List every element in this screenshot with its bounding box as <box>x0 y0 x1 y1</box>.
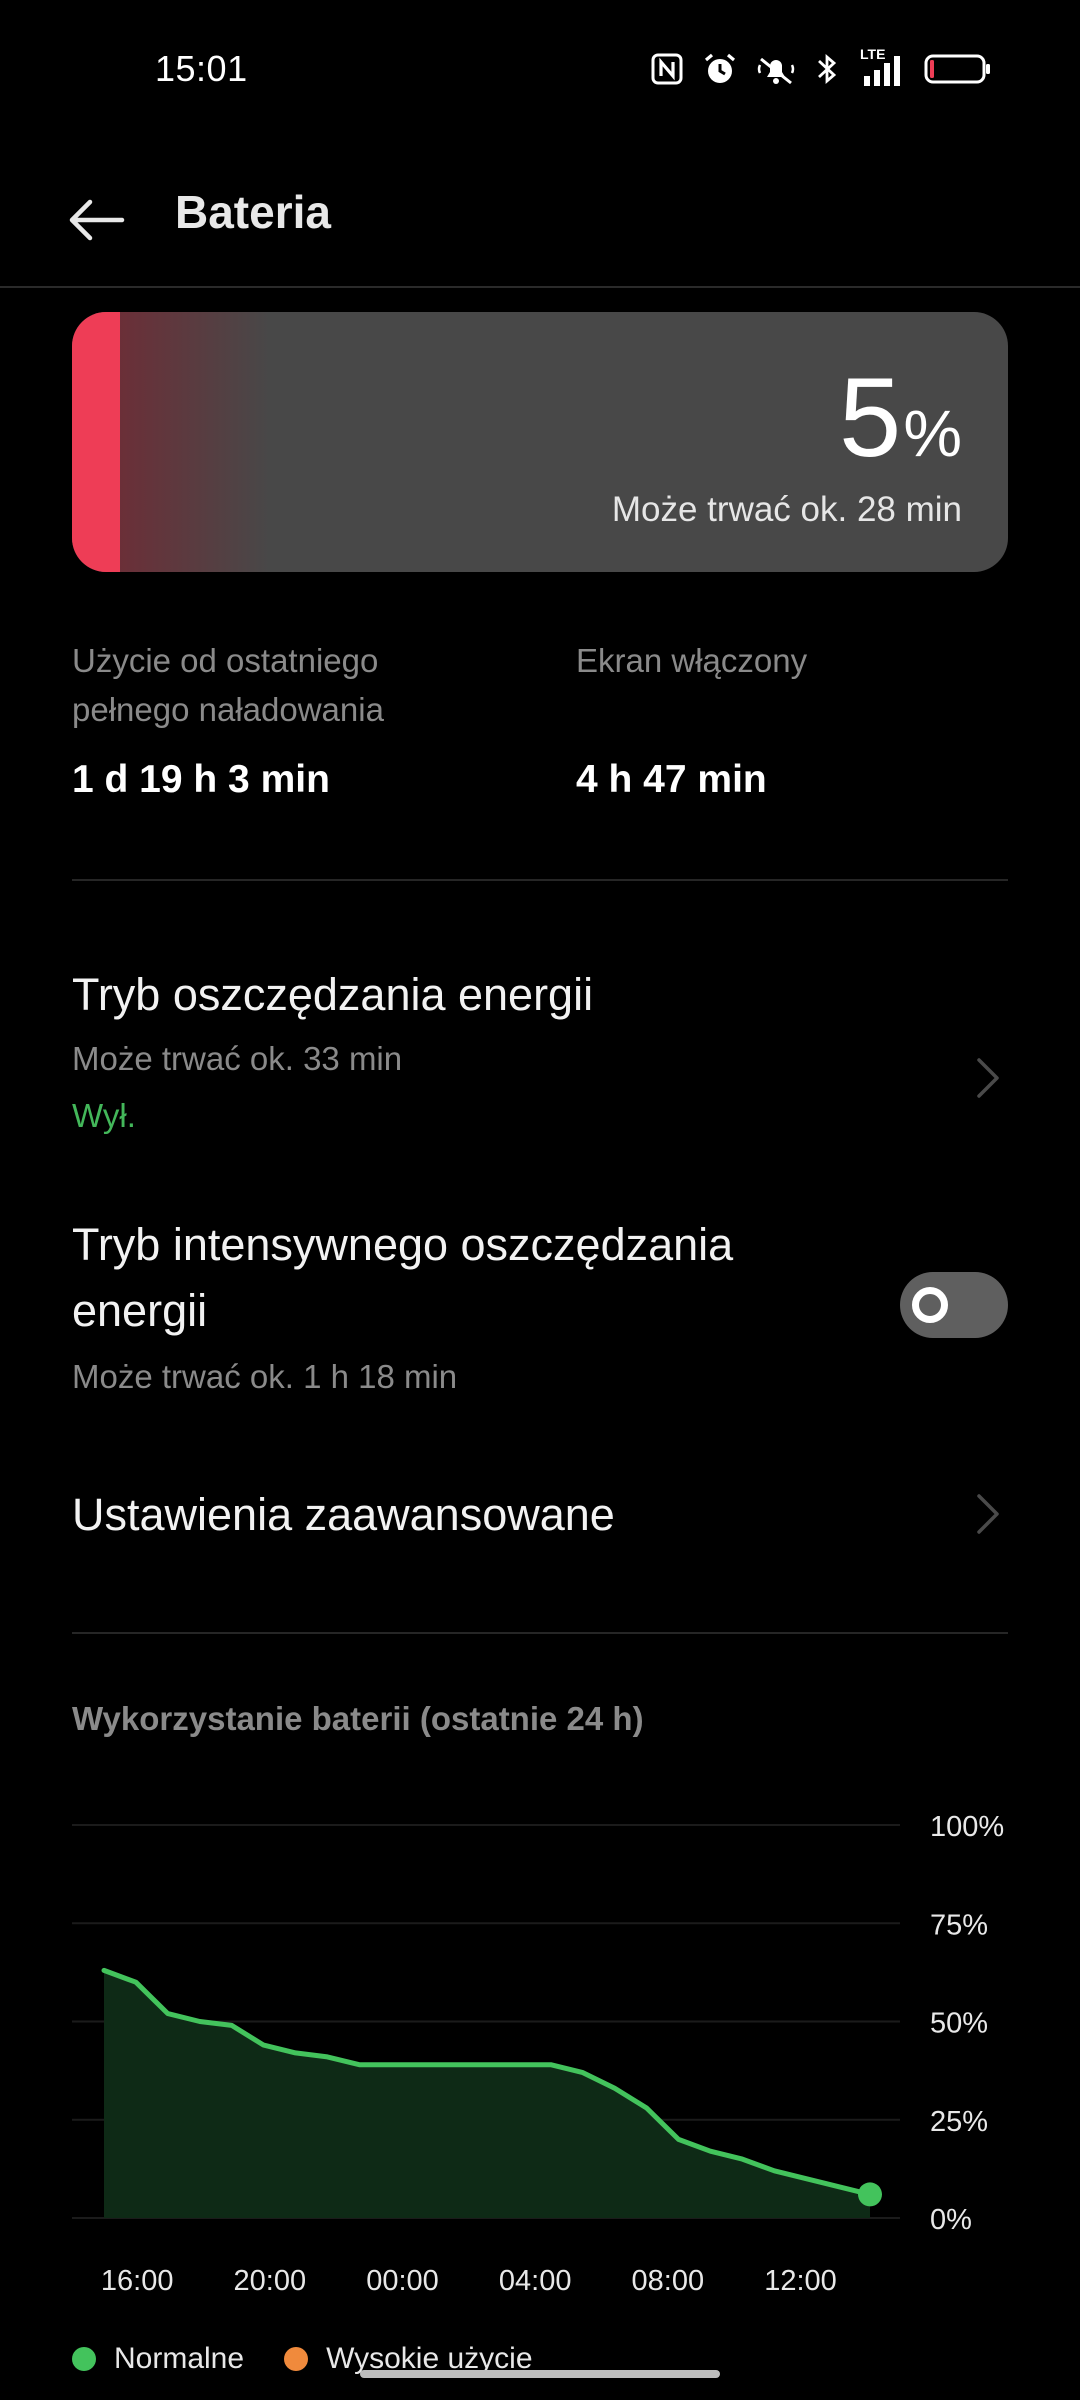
lte-signal-icon: LTE <box>858 46 906 88</box>
power-saving-mode-row[interactable]: Tryb oszczędzania energii Może trwać ok.… <box>0 940 1080 1150</box>
x-tick-label: 20:00 <box>234 2265 307 2297</box>
super-power-saving-toggle[interactable] <box>900 1272 1008 1338</box>
battery-low-icon <box>924 53 992 85</box>
chevron-right-icon <box>968 1050 1008 1106</box>
bluetooth-icon <box>814 51 840 87</box>
alarm-icon <box>702 51 738 87</box>
usage-since-charge-label: Użycie od ostatniego pełnego naładowania <box>72 642 384 728</box>
battery-percent: 5 % <box>839 362 962 474</box>
legend-label-normal: Normalne <box>114 2342 245 2375</box>
chevron-right-icon <box>968 1486 1008 1542</box>
status-icons: LTE <box>650 46 992 88</box>
screen-on-time-value: 4 h 47 min <box>576 758 767 801</box>
super-power-saving-subtitle: Może trwać ok. 1 h 18 min <box>72 1358 458 1395</box>
battery-percent-sign: % <box>903 396 962 470</box>
legend-dot-normal <box>72 2347 96 2371</box>
page-title: Bateria <box>175 186 331 238</box>
power-saving-mode-status: Wył. <box>72 1097 136 1134</box>
advanced-settings-title: Ustawienia zaawansowane <box>72 1489 615 1540</box>
toggle-knob <box>912 1287 948 1323</box>
x-tick-label: 04:00 <box>499 2265 572 2297</box>
battery-settings-screen: 15:01 LTE Bateria 5 % Może trwać ok. 28 … <box>0 0 1080 2400</box>
battery-time-estimate: Może trwać ok. 28 min <box>611 490 962 529</box>
y-tick-label: 75% <box>930 1909 988 1941</box>
usage-since-charge: Użycie od ostatniego pełnego naładowania… <box>72 636 492 802</box>
current-level-marker <box>858 2182 882 2207</box>
x-tick-label: 12:00 <box>764 2265 837 2297</box>
mute-icon <box>756 51 796 87</box>
screen-on-time-label: Ekran włączony <box>576 642 808 679</box>
super-power-saving-title: Tryb intensywnego oszczędzania energii <box>72 1219 734 1336</box>
divider <box>72 879 1008 881</box>
back-button[interactable] <box>60 184 132 256</box>
y-tick-label: 50% <box>930 2008 988 2040</box>
screen-on-time: Ekran włączony 4 h 47 min <box>576 636 996 802</box>
x-tick-label: 16:00 <box>101 2265 174 2297</box>
x-tick-label: 08:00 <box>632 2265 705 2297</box>
nfc-icon <box>650 52 684 86</box>
legend-item-normal: Normalne <box>72 2342 244 2376</box>
status-time: 15:01 <box>155 48 248 89</box>
legend-dot-high-usage <box>284 2347 309 2371</box>
usage-since-charge-value: 1 d 19 h 3 min <box>72 758 330 801</box>
y-tick-label: 0% <box>930 2204 972 2236</box>
battery-level-card: 5 % Może trwać ok. 28 min <box>72 312 1008 572</box>
battery-level-fill <box>72 312 120 572</box>
app-header: Bateria <box>0 160 1080 288</box>
battery-percent-value: 5 <box>839 355 902 480</box>
series-area-normal <box>104 1970 870 2218</box>
status-bar: 15:01 LTE <box>0 0 1080 140</box>
power-saving-mode-title: Tryb oszczędzania energii <box>72 969 594 1020</box>
arrow-left-icon <box>69 199 125 241</box>
y-tick-label: 25% <box>930 2106 988 2138</box>
power-saving-mode-subtitle: Może trwać ok. 33 min <box>72 1040 403 1077</box>
divider <box>72 1632 1008 1634</box>
home-indicator[interactable] <box>360 2370 720 2378</box>
y-tick-label: 100% <box>930 1811 1004 1843</box>
advanced-settings-row[interactable]: Ustawienia zaawansowane <box>0 1460 1080 1570</box>
battery-usage-chart-title: Wykorzystanie baterii (ostatnie 24 h) <box>72 1700 644 1737</box>
x-tick-label: 00:00 <box>366 2265 439 2297</box>
battery-level-gradient <box>120 312 270 572</box>
battery-usage-chart: 100% 75% 50% 25% 0% 16:00 20:00 00:00 04:00 08:00… <box>72 1811 1004 2297</box>
